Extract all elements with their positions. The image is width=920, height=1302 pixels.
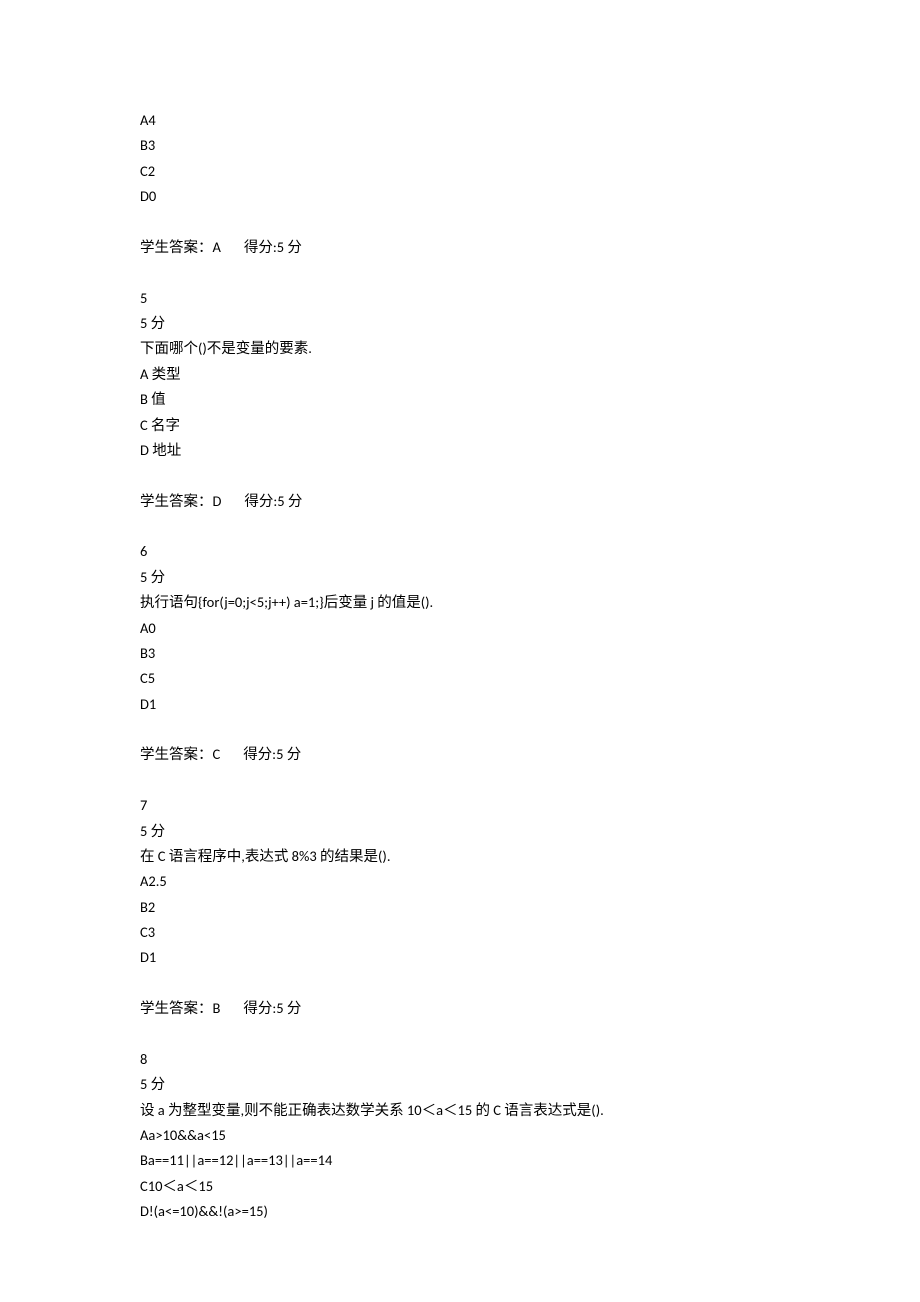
- blank-line: [140, 1022, 780, 1047]
- document-page: A4 B3 C2 D0 学生答案：A 得分:5 分 5 5 分 下面哪个()不是…: [0, 0, 920, 1302]
- answer-label: 学生答案：: [140, 999, 213, 1017]
- score-label: 得分:: [244, 492, 277, 510]
- answer-label: 学生答案：: [140, 492, 213, 510]
- answer-label: 学生答案：: [140, 238, 213, 256]
- score-label: 得分:: [244, 238, 277, 256]
- question-number: 7: [140, 793, 780, 818]
- question-stem: 下面哪个()不是变量的要素.: [140, 336, 780, 361]
- score-value: 5 分: [277, 238, 302, 256]
- option-d: D!(a<=10)&&!(a>=15): [140, 1199, 780, 1224]
- option-d: D1: [140, 945, 780, 970]
- question-number: 6: [140, 539, 780, 564]
- blank-line: [140, 463, 780, 488]
- score-label: 得分:: [243, 745, 276, 763]
- question-points: 5 分: [140, 565, 780, 590]
- question-stem: 在 C 语言程序中,表达式 8%3 的结果是().: [140, 844, 780, 869]
- answer-line: 学生答案：D 得分:5 分: [140, 489, 780, 514]
- blank-line: [140, 768, 780, 793]
- answer-line: 学生答案：C 得分:5 分: [140, 742, 780, 767]
- option-c: C5: [140, 666, 780, 691]
- option-b: Ba==11||a==12||a==13||a==14: [140, 1148, 780, 1173]
- option-a: Aa>10&&a<15: [140, 1123, 780, 1148]
- question-number: 5: [140, 286, 780, 311]
- option-a: A2.5: [140, 869, 780, 894]
- gap: [221, 492, 244, 510]
- option-d: D1: [140, 692, 780, 717]
- score-value: 5 分: [276, 999, 301, 1017]
- answer-line: 学生答案：B 得分:5 分: [140, 996, 780, 1021]
- answer-label: 学生答案：: [140, 745, 213, 763]
- gap: [220, 999, 243, 1017]
- option-b: B3: [140, 641, 780, 666]
- answer-value: A: [213, 238, 221, 256]
- option-c: C 名字: [140, 413, 780, 438]
- blank-line: [140, 260, 780, 285]
- gap: [220, 745, 243, 763]
- option-d: D 地址: [140, 438, 780, 463]
- score-value: 5 分: [276, 745, 301, 763]
- option-d: D0: [140, 184, 780, 209]
- score-label: 得分:: [243, 999, 276, 1017]
- blank-line: [140, 210, 780, 235]
- score-value: 5 分: [277, 492, 302, 510]
- blank-line: [140, 514, 780, 539]
- answer-line: 学生答案：A 得分:5 分: [140, 235, 780, 260]
- gap: [221, 238, 244, 256]
- option-b: B 值: [140, 387, 780, 412]
- question-points: 5 分: [140, 1072, 780, 1097]
- blank-line: [140, 717, 780, 742]
- option-c: C10＜a＜15: [140, 1174, 780, 1199]
- question-points: 5 分: [140, 819, 780, 844]
- option-b: B3: [140, 133, 780, 158]
- option-c: C2: [140, 159, 780, 184]
- option-c: C3: [140, 920, 780, 945]
- option-b: B2: [140, 895, 780, 920]
- question-number: 8: [140, 1047, 780, 1072]
- option-a: A4: [140, 108, 780, 133]
- question-stem: 执行语句{for(j=0;j<5;j++) a=1;}后变量 j 的值是().: [140, 590, 780, 615]
- blank-line: [140, 971, 780, 996]
- question-stem: 设 a 为整型变量,则不能正确表达数学关系 10＜a＜15 的 C 语言表达式是…: [140, 1098, 780, 1123]
- option-a: A0: [140, 616, 780, 641]
- question-points: 5 分: [140, 311, 780, 336]
- option-a: A 类型: [140, 362, 780, 387]
